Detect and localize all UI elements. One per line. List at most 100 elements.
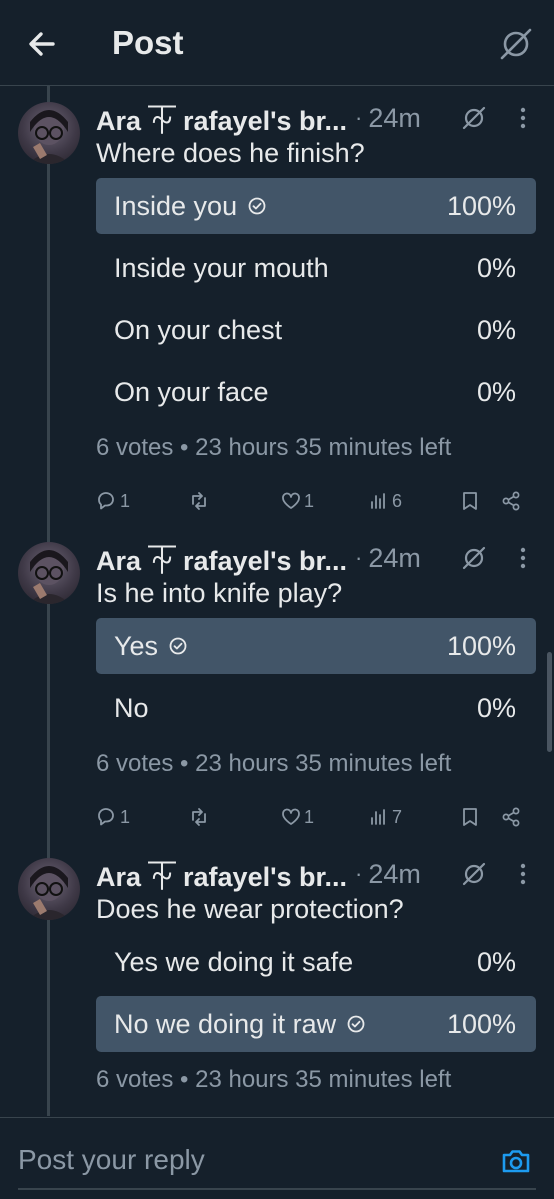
avatar[interactable] (18, 858, 80, 920)
poll-option-percent: 0% (476, 314, 516, 345)
back-button[interactable] (24, 26, 60, 62)
poll-option[interactable]: Inside you 100% (96, 178, 536, 234)
poll-option[interactable]: Yes 100% (96, 618, 536, 674)
reply-button[interactable]: 1 (96, 803, 130, 831)
avatar-image (28, 550, 70, 604)
author-name[interactable]: Ara ⏇ rafayel's br... (96, 855, 347, 894)
action-bar: 1 1 7 (96, 803, 536, 831)
like-count: 1 (304, 490, 315, 511)
poll-option-label: Yes we doing it safe (114, 946, 354, 977)
poll-option-percent: 0% (476, 692, 516, 723)
view-count: 7 (392, 806, 403, 827)
views-chart-icon (371, 809, 385, 825)
poll-option-label: Yes (114, 630, 159, 661)
views-button[interactable]: 7 (368, 803, 402, 831)
heart-icon (282, 808, 300, 825)
poll-option-label: No (114, 692, 149, 723)
poll-option-percent: 0% (476, 376, 516, 407)
share-button[interactable] (500, 487, 522, 515)
poll-question: Does he wear protection? (96, 894, 404, 924)
post-header: Ara ⏇ rafayel's br... · 24m (96, 856, 536, 892)
poll-option-label: No we doing it raw (114, 1008, 337, 1039)
check-circle-icon (248, 197, 266, 215)
top-bar: Post (0, 0, 554, 86)
poll-option[interactable]: Inside your mouth 0% (96, 240, 536, 296)
muted-icon[interactable] (460, 104, 488, 132)
avatar[interactable] (18, 102, 80, 164)
post-header: Ara ⏇ rafayel's br... · 24m (96, 100, 536, 136)
poll: Yes 100% No 0% (96, 618, 536, 742)
view-count: 6 (392, 490, 403, 511)
bookmark-icon (463, 492, 477, 510)
bookmark-button[interactable] (459, 803, 481, 831)
poll-option-percent: 100% (446, 190, 516, 221)
post-header: Ara ⏇ rafayel's br... · 24m (96, 540, 536, 576)
more-options-icon[interactable] (512, 544, 534, 572)
arrow-left-icon (29, 32, 55, 56)
avatar[interactable] (18, 542, 80, 604)
poll: Yes we doing it safe 0% No we doing it r… (96, 934, 536, 1058)
poll-option-label: On your chest (114, 314, 283, 345)
repost-icon (192, 808, 206, 826)
reply-count: 1 (120, 806, 131, 827)
like-button[interactable]: 1 (280, 803, 314, 831)
camera-icon[interactable] (500, 1146, 532, 1176)
poll-option-label: Inside you (114, 190, 238, 221)
post-time: 24m (368, 858, 421, 889)
author-name[interactable]: Ara ⏇ rafayel's br... (96, 539, 347, 578)
muted-circle-icon (500, 28, 532, 60)
scrollbar[interactable] (547, 652, 552, 752)
reply-bar (0, 1117, 554, 1199)
poll-option[interactable]: On your face 0% (96, 364, 536, 420)
avatar-image (28, 866, 70, 920)
repost-icon (192, 492, 206, 510)
poll-option-percent: 100% (446, 1008, 516, 1039)
repost-button[interactable] (188, 487, 210, 515)
muted-conversation-button[interactable] (498, 26, 534, 62)
reply-icon (98, 808, 114, 826)
avatar-image (28, 110, 70, 164)
poll-option-label: On your face (114, 376, 269, 407)
bookmark-button[interactable] (459, 487, 481, 515)
reply-button[interactable]: 1 (96, 487, 130, 515)
reply-count: 1 (120, 490, 131, 511)
poll-option[interactable]: No 0% (96, 680, 536, 736)
more-options-icon[interactable] (512, 860, 534, 888)
poll-option-percent: 0% (476, 252, 516, 283)
poll-option[interactable]: On your chest 0% (96, 302, 536, 358)
like-count: 1 (304, 806, 315, 827)
more-options-icon[interactable] (512, 104, 534, 132)
muted-icon[interactable] (460, 860, 488, 888)
poll-option-percent: 100% (446, 630, 516, 661)
post-time: 24m (368, 542, 421, 573)
poll-meta: 6 votes • 23 hours 35 minutes left (96, 1066, 452, 1093)
views-button[interactable]: 6 (368, 487, 402, 515)
poll-question: Is he into knife play? (96, 578, 343, 608)
share-button[interactable] (500, 803, 522, 831)
poll-option[interactable]: No we doing it raw 100% (96, 996, 536, 1052)
reply-icon (98, 492, 114, 510)
poll: Inside you 100% Inside your mouth 0% On … (96, 178, 536, 426)
share-icon (502, 491, 520, 511)
author-name[interactable]: Ara ⏇ rafayel's br... (96, 99, 347, 138)
poll-option-label: Inside your mouth (114, 252, 329, 283)
bookmark-icon (463, 808, 477, 826)
repost-button[interactable] (188, 803, 210, 831)
poll-question: Where does he finish? (96, 138, 365, 168)
poll-meta: 6 votes • 23 hours 35 minutes left (96, 434, 452, 461)
check-circle-icon (347, 1015, 365, 1033)
views-chart-icon (371, 493, 385, 509)
reply-underline (18, 1188, 536, 1190)
action-bar: 1 1 6 (96, 487, 536, 515)
poll-meta: 6 votes • 23 hours 35 minutes left (96, 750, 452, 777)
heart-icon (282, 492, 300, 509)
like-button[interactable]: 1 (280, 487, 314, 515)
muted-icon[interactable] (460, 544, 488, 572)
poll-option[interactable]: Yes we doing it safe 0% (96, 934, 536, 990)
reply-input[interactable] (18, 1142, 458, 1178)
post-screen: Post Ara ⏇ rafayel's br... · 24m Where d… (0, 0, 554, 1199)
poll-option-percent: 0% (476, 946, 516, 977)
check-circle-icon (169, 637, 187, 655)
share-icon (502, 807, 520, 827)
post-time: 24m (368, 102, 421, 133)
